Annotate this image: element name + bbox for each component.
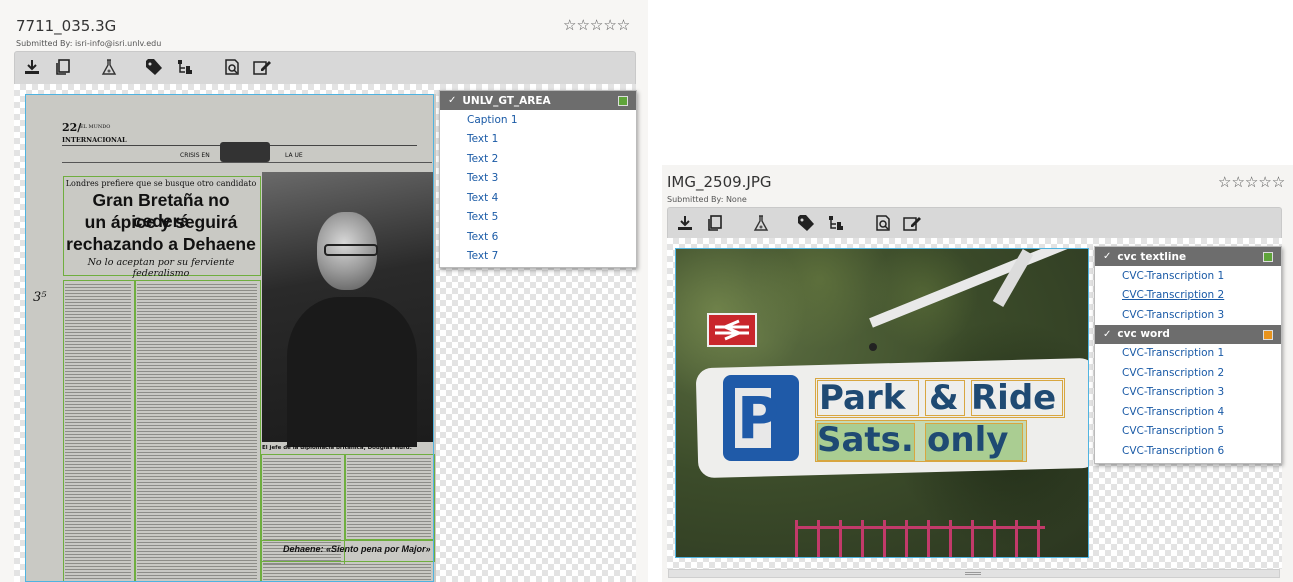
dropdown-item-word-4[interactable]: CVC-Transcription 4 <box>1095 402 1281 422</box>
edit-icon[interactable] <box>251 56 273 78</box>
edit-icon[interactable] <box>901 212 923 234</box>
dropdown-header-textline[interactable]: ✓ cvc textline <box>1095 247 1281 266</box>
dropdown-item-word-5[interactable]: CVC-Transcription 5 <box>1095 422 1281 442</box>
color-swatch[interactable] <box>1263 252 1273 262</box>
color-swatch[interactable] <box>618 96 628 106</box>
checkmark-icon: ✓ <box>1103 328 1112 340</box>
dropdown-item-text-1[interactable]: Text 1 <box>440 130 636 150</box>
flask-icon[interactable] <box>98 56 120 78</box>
section-title: INTERNACIONAL <box>62 136 127 144</box>
crisis-label-left: CRISIS EN <box>180 152 210 159</box>
tag-icon[interactable] <box>795 212 817 234</box>
sign-photo[interactable]: P Park & Ride Sats. only <box>675 248 1089 558</box>
toolbar <box>14 51 636 85</box>
sign-word-only: only <box>927 420 1009 460</box>
photo-caption: El jefe de la diplomacia británica, Doug… <box>262 445 412 451</box>
dropdown-item-text-3[interactable]: Text 3 <box>440 169 636 189</box>
rail-sign <box>707 313 757 347</box>
submitted-by-right: Submitted By: None <box>667 195 747 204</box>
kicker: Londres prefiere que se busque otro cand… <box>65 179 257 188</box>
section-label: EL MUNDO <box>80 124 111 130</box>
dropdown-item-text-6[interactable]: Text 6 <box>440 227 636 247</box>
search-document-icon[interactable] <box>221 56 243 78</box>
sign-word-sats: Sats. <box>817 420 914 460</box>
dropdown-item-text-7[interactable]: Text 7 <box>440 247 636 267</box>
dropdown-item-word-6[interactable]: CVC-Transcription 6 <box>1095 441 1281 461</box>
box-title: Dehaene: «Siento pena por Major» <box>283 544 431 554</box>
document-title: 7711_035.3G <box>16 17 117 35</box>
download-icon[interactable] <box>21 56 43 78</box>
dropdown-item-text-5[interactable]: Text 5 <box>440 208 636 228</box>
resize-handle[interactable] <box>668 569 1280 578</box>
margin-note: 3⁵ <box>33 290 47 305</box>
toolbar-right <box>667 207 1282 239</box>
text-column-4 <box>347 458 431 538</box>
dropdown-item-caption-1[interactable]: Caption 1 <box>440 110 636 130</box>
checkmark-icon: ✓ <box>1103 251 1112 262</box>
rating-stars-right[interactable]: ☆☆☆☆☆ <box>1218 173 1285 191</box>
hierarchy-icon[interactable] <box>174 56 196 78</box>
download-icon[interactable] <box>674 212 696 234</box>
flask-icon[interactable] <box>750 212 772 234</box>
dropdown-header[interactable]: ✓ UNLV_GT_AREA <box>440 91 636 110</box>
crisis-logo <box>220 142 270 162</box>
dropdown-header-label: UNLV_GT_AREA <box>462 94 551 107</box>
page-label: 22/ <box>62 121 82 134</box>
dropdown-header-label: cvc word <box>1117 328 1170 340</box>
deck: No lo aceptan por su ferviente federalis… <box>87 257 235 279</box>
copy-icon[interactable] <box>704 212 726 234</box>
headline-line-2: un ápice y seguirá <box>84 212 238 232</box>
text-column-5 <box>263 564 431 582</box>
dropdown-header-word[interactable]: ✓ cvc word <box>1095 324 1281 344</box>
document-title-right: IMG_2509.JPG <box>667 173 772 191</box>
dropdown-item-word-3[interactable]: CVC-Transcription 3 <box>1095 383 1281 403</box>
sign-word-park: Park <box>819 378 906 418</box>
newspaper-scan[interactable]: 22/ EL MUNDO INTERNACIONAL CRISIS EN LA … <box>25 94 436 582</box>
crisis-label-right: LA UE <box>285 152 303 159</box>
dropdown-item-word-2[interactable]: CVC-Transcription 2 <box>1095 363 1281 383</box>
submitted-by: Submitted By: isri-info@isri.unlv.edu <box>16 39 162 48</box>
dropdown-header-label: cvc textline <box>1117 250 1187 263</box>
dropdown-item-text-2[interactable]: Text 2 <box>440 149 636 169</box>
region-type-dropdown[interactable]: ✓ UNLV_GT_AREA Caption 1 Text 1 Text 2 T… <box>439 90 637 268</box>
hierarchy-icon[interactable] <box>825 212 847 234</box>
rating-stars[interactable]: ☆☆☆☆☆ <box>563 16 630 34</box>
dropdown-item-textline-3[interactable]: CVC-Transcription 3 <box>1095 305 1281 325</box>
sign-word-ride: Ride <box>971 378 1057 418</box>
tag-icon[interactable] <box>143 56 165 78</box>
parking-letter: P <box>737 384 780 452</box>
search-document-icon[interactable] <box>872 212 894 234</box>
sign-word-ampersand: & <box>929 378 959 418</box>
newspaper-photo <box>262 172 434 447</box>
region-type-dropdown-right[interactable]: ✓ cvc textline CVC-Transcription 1 CVC-T… <box>1094 246 1282 464</box>
dropdown-item-word-1[interactable]: CVC-Transcription 1 <box>1095 344 1281 364</box>
text-column-2 <box>137 284 257 582</box>
headline-line-3: rechazando a Dehaene <box>66 234 256 254</box>
dropdown-item-textline-1[interactable]: CVC-Transcription 1 <box>1095 266 1281 286</box>
dropdown-item-textline-2[interactable]: CVC-Transcription 2 <box>1095 286 1281 306</box>
copy-icon[interactable] <box>52 56 74 78</box>
checkmark-icon: ✓ <box>448 95 457 106</box>
dropdown-item-text-4[interactable]: Text 4 <box>440 188 636 208</box>
text-column-1 <box>65 284 131 582</box>
color-swatch[interactable] <box>1263 329 1273 340</box>
